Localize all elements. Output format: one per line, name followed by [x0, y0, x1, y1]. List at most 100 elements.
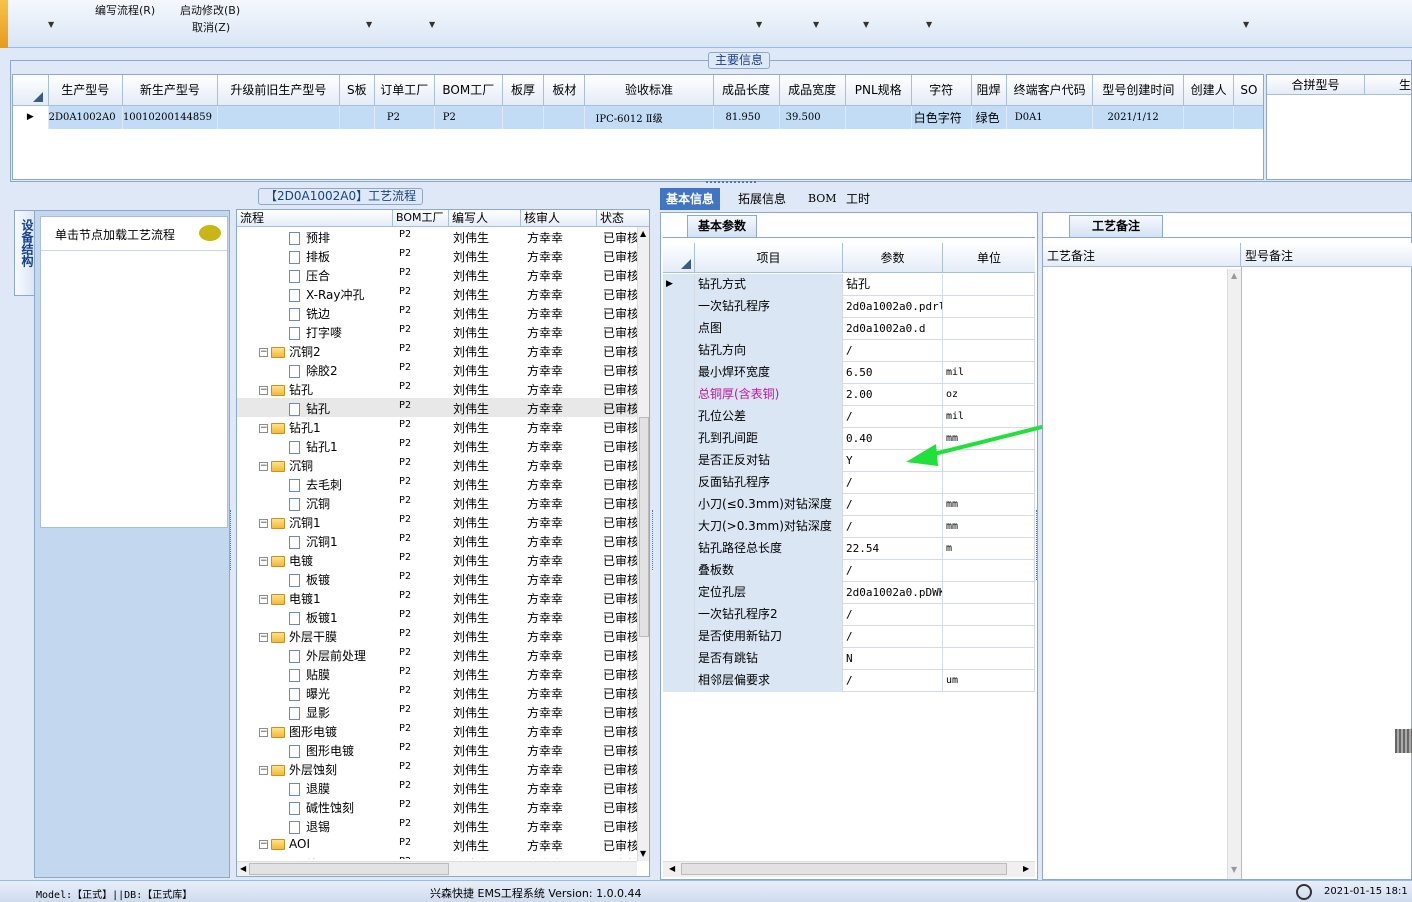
- table-cell[interactable]: 白色字符: [911, 105, 972, 129]
- tree-node[interactable]: 板镀1: [289, 609, 338, 626]
- param-row[interactable]: 小刀(≤0.3mm)对钻深度 / mm: [663, 494, 1035, 516]
- tree-cell-bom[interactable]: P2: [399, 856, 411, 859]
- tree-cell-reviewer[interactable]: 方幸幸: [527, 723, 563, 740]
- tree-cell-status[interactable]: 已审核: [603, 400, 637, 417]
- grip-handle-icon[interactable]: [1395, 729, 1412, 753]
- tree-row[interactable]: 沉铜1 P2 刘伟生 方幸幸 已审核: [237, 531, 637, 550]
- tree-cell-writer[interactable]: 刘伟生: [453, 438, 489, 455]
- scroll-up-icon[interactable]: ▲: [640, 229, 646, 238]
- col-header[interactable]: S板: [339, 75, 375, 106]
- row-header[interactable]: [663, 648, 695, 670]
- tree-cell-reviewer[interactable]: 方幸幸: [527, 381, 563, 398]
- row-header[interactable]: [663, 406, 695, 428]
- table-cell[interactable]: [339, 105, 375, 129]
- table-cell[interactable]: D0A1: [1006, 105, 1094, 129]
- tree-row[interactable]: 碱性蚀刻 P2 刘伟生 方幸幸 已审核: [237, 797, 637, 816]
- tree-cell-status[interactable]: 已审核: [603, 514, 637, 531]
- tree-cell-writer[interactable]: 刘伟生: [453, 552, 489, 569]
- tree-node[interactable]: 曝光: [289, 685, 330, 702]
- param-row[interactable]: 大刀(>0.3mm)对钻深度 / mm: [663, 516, 1035, 538]
- tree-row[interactable]: 铣边 P2 刘伟生 方幸幸 已审核: [237, 303, 637, 322]
- collapse-icon[interactable]: −: [259, 728, 268, 737]
- col-header[interactable]: 合拼型号: [1267, 75, 1365, 95]
- col-header[interactable]: BOM工厂: [393, 210, 449, 227]
- tree-row[interactable]: − 电镀1 P2 刘伟生 方幸幸 已审核: [237, 588, 637, 607]
- tree-cell-reviewer[interactable]: 方幸幸: [527, 286, 563, 303]
- tree-cell-reviewer[interactable]: 方幸幸: [527, 761, 563, 778]
- scroll-down-icon[interactable]: ▼: [1231, 865, 1237, 874]
- tree-row[interactable]: 退锡 P2 刘伟生 方幸幸 已审核: [237, 816, 637, 835]
- tree-cell-writer[interactable]: 刘伟生: [453, 647, 489, 664]
- tree-cell-bom[interactable]: P2: [399, 514, 411, 525]
- tree-cell-bom[interactable]: P2: [399, 628, 411, 639]
- param-row[interactable]: ▶ 钻孔方式 钻孔: [663, 274, 1035, 296]
- tree-cell-writer[interactable]: 刘伟生: [453, 628, 489, 645]
- table-cell[interactable]: 39.500: [779, 105, 846, 129]
- col-header[interactable]: 生产: [1365, 75, 1411, 95]
- param-value-field[interactable]: 钻孔: [843, 274, 943, 296]
- param-value-field[interactable]: 2.00: [843, 384, 943, 406]
- col-header[interactable]: 验收标准: [584, 75, 714, 106]
- tree-cell-reviewer[interactable]: 方幸幸: [527, 552, 563, 569]
- cancel-button[interactable]: 取消(Z): [192, 19, 230, 35]
- tree-row[interactable]: 去毛刺 P2 刘伟生 方幸幸 已审核: [237, 474, 637, 493]
- param-row[interactable]: 是否使用新钻刀 /: [663, 626, 1035, 648]
- collapse-icon[interactable]: −: [259, 519, 268, 528]
- tree-cell-bom[interactable]: P2: [399, 495, 411, 506]
- tree-cell-status[interactable]: 已审核: [603, 799, 637, 816]
- param-value-field[interactable]: /: [843, 472, 943, 494]
- tree-row[interactable]: 除胶2 P2 刘伟生 方幸幸 已审核: [237, 360, 637, 379]
- param-row[interactable]: 反面钻孔程序 /: [663, 472, 1035, 494]
- tree-cell-status[interactable]: 已审核: [603, 742, 637, 759]
- tree-node[interactable]: 板镀: [289, 571, 330, 588]
- tree-cell-reviewer[interactable]: 方幸幸: [527, 400, 563, 417]
- tree-cell-writer[interactable]: 刘伟生: [453, 324, 489, 341]
- tree-cell-bom[interactable]: P2: [399, 267, 411, 278]
- tree-node[interactable]: 外层AOI: [289, 856, 351, 859]
- tree-cell-writer[interactable]: 刘伟生: [453, 362, 489, 379]
- tree-cell-reviewer[interactable]: 方幸幸: [527, 799, 563, 816]
- scroll-right-icon[interactable]: ▶: [1023, 864, 1029, 873]
- tree-node[interactable]: − 电镀: [259, 552, 313, 569]
- param-row[interactable]: 总铜厚(含表铜) 2.00 oz: [663, 384, 1035, 406]
- tree-cell-status[interactable]: 已审核: [603, 552, 637, 569]
- table-cell[interactable]: 2021/1/12: [1092, 105, 1185, 129]
- tree-row[interactable]: 退膜 P2 刘伟生 方幸幸 已审核: [237, 778, 637, 797]
- tree-cell-bom[interactable]: P2: [399, 590, 411, 601]
- scroll-thumb[interactable]: [681, 863, 1007, 875]
- tree-cell-writer[interactable]: 刘伟生: [453, 286, 489, 303]
- table-cell[interactable]: 10010200144859: [122, 105, 218, 129]
- tree-cell-writer[interactable]: 刘伟生: [453, 400, 489, 417]
- tree-row[interactable]: 钻孔1 P2 刘伟生 方幸幸 已审核: [237, 436, 637, 455]
- tree-cell-writer[interactable]: 刘伟生: [453, 248, 489, 265]
- tree-cell-bom[interactable]: P2: [399, 438, 411, 449]
- collapse-icon[interactable]: −: [259, 595, 268, 604]
- table-cell[interactable]: 2D0A1002A0: [48, 105, 123, 129]
- splitter-handle[interactable]: [652, 510, 658, 570]
- equipment-structure-tab[interactable]: 设备结构: [14, 210, 36, 296]
- vertical-scrollbar[interactable]: ▲ ▼: [1227, 269, 1241, 879]
- param-value-field[interactable]: 2d0a1002a0.pdrl: [843, 296, 943, 318]
- tree-cell-reviewer[interactable]: 方幸幸: [527, 666, 563, 683]
- scroll-left-icon[interactable]: ◀: [240, 864, 246, 873]
- tree-row[interactable]: 压合 P2 刘伟生 方幸幸 已审核: [237, 265, 637, 284]
- row-header[interactable]: [663, 626, 695, 648]
- tree-cell-writer[interactable]: 刘伟生: [453, 704, 489, 721]
- col-header[interactable]: 阻焊: [971, 75, 1007, 106]
- tree-cell-reviewer[interactable]: 方幸幸: [527, 837, 563, 854]
- tree-cell-writer[interactable]: 刘伟生: [453, 780, 489, 797]
- param-value-field[interactable]: /: [843, 626, 943, 648]
- scroll-thumb[interactable]: [249, 863, 449, 875]
- tree-cell-status[interactable]: 已审核: [603, 590, 637, 607]
- tree-cell-bom[interactable]: P2: [399, 571, 411, 582]
- splitter-handle[interactable]: [706, 181, 756, 185]
- col-header[interactable]: PNL规格: [845, 75, 912, 106]
- tree-node[interactable]: 除胶2: [289, 362, 338, 379]
- dropdown-arrow-icon[interactable]: ▼: [48, 20, 54, 29]
- tree-row[interactable]: − 外层干膜 P2 刘伟生 方幸幸 已审核: [237, 626, 637, 645]
- table-cell[interactable]: [845, 105, 912, 129]
- tree-cell-bom[interactable]: P2: [399, 305, 411, 316]
- tree-cell-reviewer[interactable]: 方幸幸: [527, 533, 563, 550]
- col-header[interactable]: 新生产型号: [122, 75, 218, 106]
- table-cell[interactable]: 绿色: [971, 105, 1007, 129]
